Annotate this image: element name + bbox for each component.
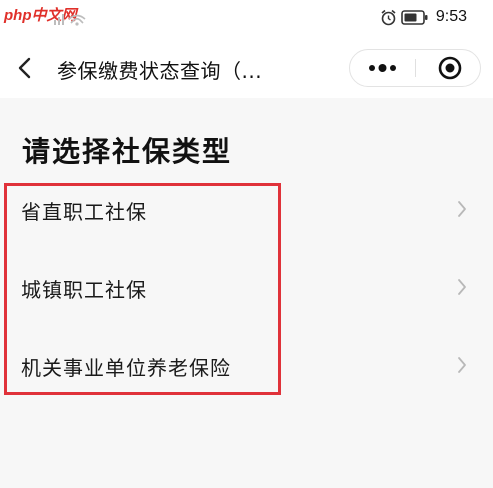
page-title: 参保缴费状态查询（...	[57, 59, 263, 83]
battery-icon	[401, 10, 428, 25]
status-bar: php中文网 9:53	[0, 0, 493, 36]
mini-program-capsule	[349, 49, 481, 87]
section-heading: 请选择社保类型	[22, 135, 233, 168]
more-button[interactable]	[350, 50, 415, 86]
chevron-right-icon	[458, 357, 466, 373]
close-circle-icon	[438, 56, 462, 80]
close-button[interactable]	[416, 50, 481, 86]
navigation-bar: 参保缴费状态查询（...	[0, 36, 493, 98]
signal-wifi-icon	[54, 14, 86, 26]
list-item-provincial-employee[interactable]: 省直职工社保	[0, 172, 493, 248]
back-button[interactable]	[12, 54, 40, 82]
list-item-government-pension[interactable]: 机关事业单位养老保险	[0, 328, 493, 404]
more-dots-icon	[369, 64, 396, 72]
chevron-right-icon	[458, 201, 466, 217]
back-icon	[18, 57, 31, 79]
list-item-urban-employee[interactable]: 城镇职工社保	[0, 250, 493, 326]
status-time: 9:53	[435, 8, 467, 25]
chevron-right-icon	[458, 279, 466, 295]
list-item-label: 城镇职工社保	[21, 278, 147, 302]
alarm-icon	[381, 9, 396, 26]
list-item-label: 机关事业单位养老保险	[21, 356, 231, 380]
list-item-label: 省直职工社保	[21, 200, 147, 224]
